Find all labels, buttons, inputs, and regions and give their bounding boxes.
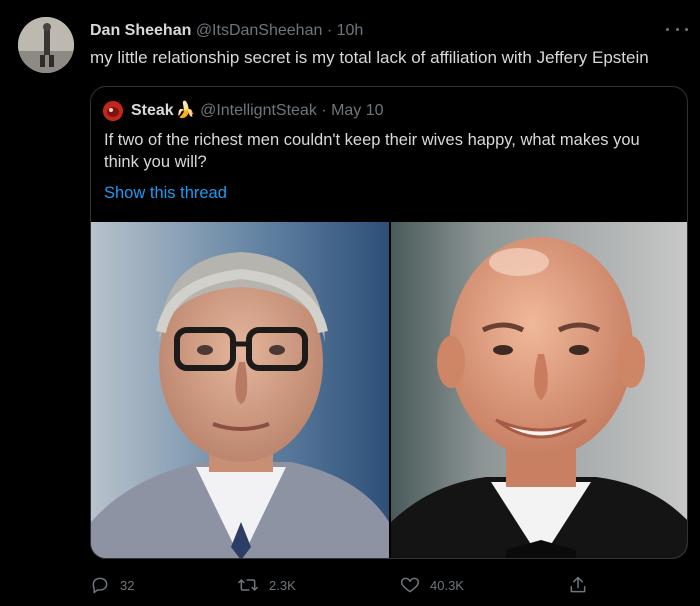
author-avatar[interactable] bbox=[18, 17, 74, 73]
retweet-button[interactable]: 2.3K bbox=[237, 573, 296, 597]
separator-dot: · bbox=[321, 102, 327, 119]
share-icon bbox=[570, 576, 586, 593]
quoted-author-handle[interactable]: @IntelligntSteak bbox=[200, 102, 317, 119]
author-display-name[interactable]: Dan Sheehan bbox=[90, 22, 191, 39]
banana-emoji: 🍌 bbox=[175, 102, 196, 119]
quoted-tweet-date[interactable]: May 10 bbox=[331, 102, 383, 119]
separator-dot: · bbox=[326, 22, 333, 39]
tweet-timestamp[interactable]: 10h bbox=[337, 22, 364, 39]
like-count: 40.3K bbox=[430, 577, 464, 593]
tweet-actions: 32 2.3K 40.3K bbox=[90, 573, 600, 597]
quoted-tweet[interactable]: Steak 🍌 @IntelligntSteak · May 10 If two … bbox=[90, 86, 688, 559]
quoted-tweet-media bbox=[91, 222, 687, 558]
quoted-author-avatar[interactable] bbox=[103, 101, 123, 121]
tweet-header: Dan Sheehan @ItsDanSheehan · 10h bbox=[90, 21, 363, 41]
quoted-tweet-text: If two of the richest men couldn't keep … bbox=[104, 131, 640, 171]
reply-count: 32 bbox=[120, 577, 135, 593]
left-portrait-photo[interactable] bbox=[91, 222, 389, 558]
tweet-text: my little relationship secret is my tota… bbox=[90, 48, 649, 67]
like-button[interactable]: 40.3K bbox=[400, 573, 464, 597]
quoted-author-display-name[interactable]: Steak bbox=[131, 102, 174, 119]
tweet[interactable]: Dan Sheehan @ItsDanSheehan · 10h my litt… bbox=[0, 0, 700, 606]
share-button[interactable] bbox=[568, 573, 588, 597]
retweet-count: 2.3K bbox=[269, 577, 296, 593]
quoted-tweet-header: Steak 🍌 @IntelligntSteak · May 10 bbox=[131, 101, 384, 121]
reply-icon bbox=[92, 577, 108, 594]
reply-button[interactable]: 32 bbox=[90, 573, 134, 597]
like-icon bbox=[400, 577, 420, 593]
right-portrait-photo[interactable] bbox=[391, 222, 687, 558]
author-handle[interactable]: @ItsDanSheehan bbox=[196, 22, 323, 39]
show-thread-link[interactable]: Show this thread bbox=[104, 182, 227, 204]
more-horizontal-icon[interactable] bbox=[666, 22, 688, 36]
retweet-icon bbox=[238, 579, 258, 591]
